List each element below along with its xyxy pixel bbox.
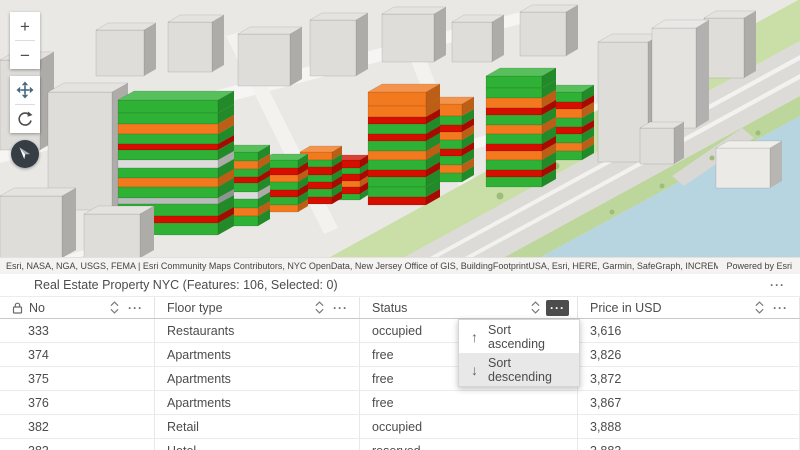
pan-icon <box>16 81 34 99</box>
attribution-bar: Esri, NASA, NGA, USGS, FEMA | Esri Commu… <box>0 257 800 274</box>
sort-menu: ↑ Sort ascending ↓ Sort descending <box>458 319 580 387</box>
cell-floor-type: Apartments <box>155 391 360 414</box>
column-label: Price in USD <box>590 300 662 315</box>
cell-price: 3,616 <box>578 319 800 342</box>
map-canvas[interactable]: + − <box>0 0 800 257</box>
table-row[interactable]: 333 Restaurants occupied 3,616 <box>0 319 800 343</box>
column-menu-floor-type[interactable]: ··· <box>330 301 351 315</box>
compass-needle-icon <box>19 147 31 160</box>
column-label: Status <box>372 300 408 315</box>
menu-item-sort-ascending[interactable]: ↑ Sort ascending <box>459 320 579 353</box>
menu-item-label: Sort ascending <box>488 322 545 351</box>
column-label: Floor type <box>167 300 223 315</box>
sort-icon-status[interactable] <box>531 301 540 314</box>
sort-icon-floor-type[interactable] <box>315 301 324 314</box>
cell-price: 3,888 <box>578 415 800 438</box>
column-menu-price[interactable]: ··· <box>770 301 791 315</box>
cell-no: 333 <box>0 319 155 342</box>
cell-no: 376 <box>0 391 155 414</box>
navigation-control <box>10 76 40 133</box>
map-scene <box>0 0 800 257</box>
column-label: No <box>29 300 45 315</box>
table-options-button[interactable]: ··· <box>767 278 788 292</box>
cell-floor-type: Retail <box>155 415 360 438</box>
attribution-text: Esri, NASA, NGA, USGS, FEMA | Esri Commu… <box>6 261 719 271</box>
cell-floor-type: Restaurants <box>155 319 360 342</box>
cell-price: 3,872 <box>578 367 800 390</box>
cell-price: 3,883 <box>578 439 800 450</box>
powered-by-esri-link[interactable]: Powered by Esri <box>718 261 800 271</box>
cell-no: 375 <box>0 367 155 390</box>
table-row[interactable]: 374 Apartments free 3,826 <box>0 343 800 367</box>
table-title: Real Estate Property NYC (Features: 106,… <box>34 278 338 292</box>
rotate-icon <box>18 111 33 126</box>
menu-item-sort-descending[interactable]: ↓ Sort descending <box>459 353 579 386</box>
table-header: No ··· Floor type ··· Status ··· Price i… <box>0 297 800 319</box>
cell-no: 374 <box>0 343 155 366</box>
cell-no: 382 <box>0 415 155 438</box>
cell-price: 3,826 <box>578 343 800 366</box>
menu-item-label: Sort descending <box>488 355 552 384</box>
cell-floor-type: Apartments <box>155 367 360 390</box>
table-row[interactable]: 382 Retail occupied 3,888 <box>0 415 800 439</box>
compass-button[interactable] <box>11 140 39 168</box>
column-header-floor-type: Floor type ··· <box>155 297 360 318</box>
sort-icon-price[interactable] <box>755 301 764 314</box>
column-header-no: No ··· <box>0 297 155 318</box>
attribute-table: Real Estate Property NYC (Features: 106,… <box>0 274 800 450</box>
table-row[interactable]: 375 Apartments free 3,872 <box>0 367 800 391</box>
table-row[interactable]: 376 Apartments free 3,867 <box>0 391 800 415</box>
cell-status: occupied <box>360 415 578 438</box>
cell-status: free <box>360 391 578 414</box>
zoom-control: + − <box>10 12 40 69</box>
arrow-down-icon: ↓ <box>471 361 478 378</box>
sort-icon-no[interactable] <box>110 301 119 314</box>
column-menu-no[interactable]: ··· <box>125 301 146 315</box>
rotate-button[interactable] <box>10 105 40 133</box>
zoom-out-button[interactable]: − <box>10 41 40 69</box>
cell-floor-type: Apartments <box>155 343 360 366</box>
cell-price: 3,867 <box>578 391 800 414</box>
cell-floor-type: Hotel <box>155 439 360 450</box>
lock-icon <box>12 302 23 314</box>
arrow-up-icon: ↑ <box>471 328 478 345</box>
pan-button[interactable] <box>10 76 40 104</box>
column-menu-status-active[interactable]: ··· <box>546 299 569 316</box>
table-title-bar: Real Estate Property NYC (Features: 106,… <box>0 274 800 297</box>
table-row[interactable]: 383 Hotel reserved 3,883 <box>0 439 800 450</box>
table-body: 333 Restaurants occupied 3,616 374 Apart… <box>0 319 800 450</box>
cell-status: reserved <box>360 439 578 450</box>
cell-no: 383 <box>0 439 155 450</box>
column-header-status: Status ··· <box>360 297 578 318</box>
zoom-in-button[interactable]: + <box>10 12 40 40</box>
column-header-price: Price in USD ··· <box>578 297 800 318</box>
